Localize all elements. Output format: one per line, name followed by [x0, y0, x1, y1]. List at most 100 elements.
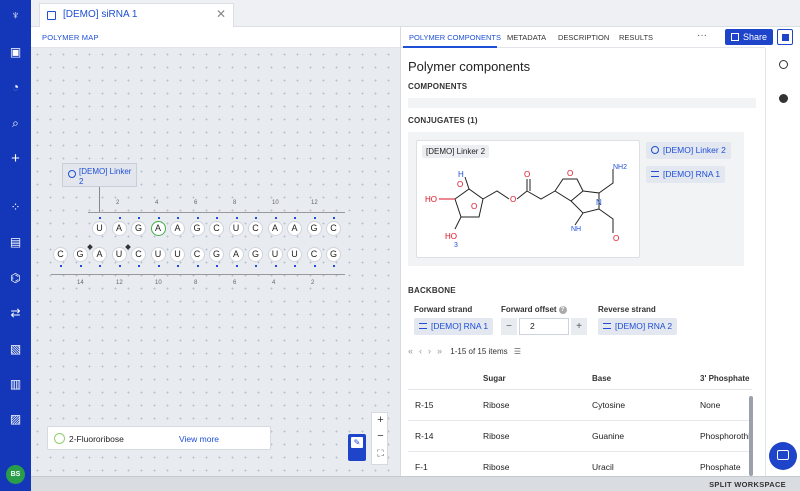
conjugate-icon — [651, 146, 659, 154]
forward-base[interactable]: A — [287, 221, 302, 236]
forward-base[interactable]: C — [209, 221, 224, 236]
forward-base[interactable]: A — [170, 221, 185, 236]
edit-button[interactable]: ✎ — [348, 434, 366, 461]
linker-node[interactable]: [DEMO] Linker 2 — [62, 163, 137, 187]
table-cell: Guanine — [592, 431, 625, 441]
workflow-icon[interactable]: ⇄ — [8, 306, 23, 321]
prev-page-button[interactable]: ‹ — [419, 346, 422, 356]
phosphate-marker — [157, 265, 160, 267]
forward-offset-input[interactable]: 2 — [519, 318, 569, 335]
toggle-panel-button[interactable] — [777, 29, 793, 45]
forward-base[interactable]: A — [150, 221, 166, 236]
zoom-out-button[interactable]: − — [372, 430, 389, 442]
share-button[interactable]: Share — [725, 29, 773, 45]
tab-description[interactable]: DESCRIPTION — [558, 33, 609, 42]
left-pane-header: POLYMER MAP — [31, 27, 401, 48]
first-page-button[interactable]: « — [408, 346, 413, 356]
table-cell: Phosphate — [700, 462, 741, 472]
forward-base[interactable]: G — [306, 221, 322, 236]
reverse-base[interactable]: G — [72, 247, 88, 262]
phosphate-marker — [79, 265, 82, 267]
reverse-strand-chip[interactable]: [DEMO] RNA 2 — [598, 318, 678, 335]
forward-base[interactable]: G — [131, 221, 146, 236]
linker-node-label: [DEMO] Linker 2 — [79, 167, 132, 186]
column-header-base[interactable]: Base — [592, 374, 611, 383]
forward-base[interactable]: U — [92, 221, 107, 236]
view-more-link[interactable]: View more — [179, 434, 219, 444]
table-scrollbar[interactable] — [749, 396, 753, 476]
split-workspace-button[interactable]: SPLIT WORKSPACE — [709, 480, 786, 489]
linker-connector — [99, 187, 100, 212]
grid-icon[interactable]: ⁘ — [8, 200, 23, 215]
reverse-base[interactable]: C — [131, 247, 146, 262]
document-tab[interactable]: [DEMO] siRNA 1 ✕ — [39, 3, 234, 27]
forward-base[interactable]: U — [228, 221, 244, 236]
close-icon[interactable]: ✕ — [216, 7, 226, 21]
table-row[interactable]: F-1 Ribose Uracil Phosphate — [408, 451, 752, 476]
reverse-base[interactable]: G — [326, 247, 341, 262]
reverse-base[interactable]: C — [189, 247, 205, 262]
conjugate-chip-rna[interactable]: [DEMO] RNA 1 — [646, 166, 726, 183]
zoom-in-button[interactable]: + — [372, 414, 389, 426]
atom-label: O — [524, 170, 530, 179]
decrement-button[interactable]: − — [501, 318, 517, 335]
chart-icon[interactable]: ▥ — [8, 377, 23, 392]
notebook-icon[interactable]: ▤ — [8, 235, 23, 250]
chat-button[interactable] — [769, 442, 797, 470]
logo-icon[interactable]: ♆ — [8, 8, 23, 23]
forward-base[interactable]: C — [248, 221, 263, 236]
column-header-phosphate[interactable]: 3' Phosphate — [700, 374, 752, 383]
polymer-components-panel: Polymer components COMPONENTS CONJUGATES… — [401, 48, 765, 476]
reverse-base[interactable]: U — [267, 247, 283, 262]
tab-results[interactable]: RESULTS — [619, 33, 653, 42]
column-header-sugar[interactable]: Sugar — [483, 374, 506, 383]
folder-icon[interactable]: ▨ — [8, 412, 23, 427]
briefcase-icon[interactable]: ▣ — [8, 45, 23, 60]
filter-icon[interactable]: ☰ — [514, 347, 521, 356]
hierarchy-icon[interactable]: ⌬ — [8, 271, 23, 286]
reverse-base[interactable]: G — [248, 247, 263, 262]
last-page-button[interactable]: » — [437, 346, 442, 356]
table-row[interactable]: R-14 Ribose Guanine Phosphorothioate — [408, 420, 752, 450]
dashboard-icon[interactable]: ◔ — [8, 80, 23, 95]
next-page-button[interactable]: › — [428, 346, 431, 356]
forward-base[interactable]: A — [267, 221, 283, 236]
forward-strand-chip[interactable]: [DEMO] RNA 1 — [414, 318, 494, 335]
atom-label: O — [613, 234, 619, 243]
reverse-base[interactable]: U — [111, 247, 127, 262]
clipboard-icon[interactable]: ▧ — [8, 342, 23, 357]
tab-metadata[interactable]: METADATA — [507, 33, 546, 42]
reverse-base[interactable]: A — [92, 247, 107, 262]
reverse-base[interactable]: C — [306, 247, 322, 262]
chat-icon — [777, 450, 789, 460]
history-icon[interactable] — [779, 60, 788, 69]
forward-base[interactable]: C — [326, 221, 341, 236]
sequence-icon — [47, 11, 56, 20]
conjugate-chip-linker[interactable]: [DEMO] Linker 2 — [646, 142, 731, 159]
tab-polymer-components[interactable]: POLYMER COMPONENTS — [409, 33, 501, 42]
polymer-map-canvas[interactable]: [DEMO] Linker 2 UAGAAGCUCAAGC CGAUCUUCGA… — [31, 48, 401, 476]
reverse-base[interactable]: U — [150, 247, 166, 262]
right-pane-tabs: POLYMER COMPONENTS METADATA DESCRIPTION … — [401, 27, 765, 48]
increment-button[interactable]: + — [571, 318, 587, 335]
tab-polymer-map[interactable]: POLYMER MAP — [42, 33, 99, 42]
fit-view-button[interactable]: ⛶ — [372, 448, 389, 459]
forward-base[interactable]: A — [111, 221, 127, 236]
reverse-base[interactable]: U — [170, 247, 185, 262]
search-icon[interactable]: ⌕ — [8, 116, 23, 131]
help-icon[interactable]: ? — [558, 306, 567, 314]
position-tick: 2 — [116, 200, 120, 206]
reverse-base[interactable]: G — [209, 247, 224, 262]
more-tabs-button[interactable]: ··· — [697, 30, 707, 41]
info-icon[interactable] — [779, 94, 788, 103]
avatar[interactable]: BS — [6, 465, 25, 484]
reverse-base[interactable]: U — [287, 247, 302, 262]
reverse-base[interactable]: C — [53, 247, 68, 262]
conjugate-structure-card[interactable]: [DEMO] Linker 2 H O HO HO 3 O O O NH2 N … — [416, 140, 640, 258]
forward-base[interactable]: G — [189, 221, 205, 236]
table-cell: R-14 — [415, 431, 434, 441]
table-row[interactable]: R-15 Ribose Cytosine None — [408, 389, 752, 419]
reverse-base[interactable]: A — [228, 247, 244, 262]
plus-icon[interactable]: + — [8, 151, 23, 166]
position-tick: 4 — [272, 280, 276, 286]
